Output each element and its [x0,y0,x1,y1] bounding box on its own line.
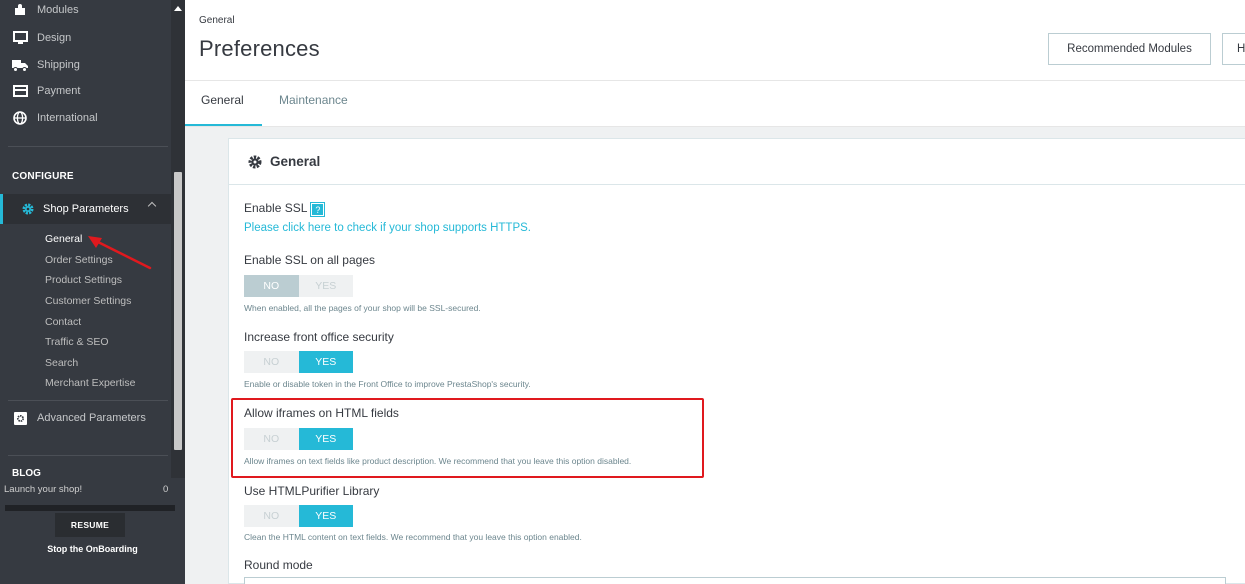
switch-option-yes[interactable]: YES [298,275,353,297]
field-hint: Clean the HTML content on text fields. W… [244,532,582,542]
sidebar-item-advanced-parameters[interactable]: Advanced Parameters [0,404,171,432]
sidebar-item-shop-parameters[interactable]: Shop Parameters [0,194,171,224]
sidebar-item-design[interactable]: Design [0,25,171,51]
sidebar-item-label: Design [37,32,72,44]
enable-ssl-label-text: Enable SSL [244,201,308,215]
credit-card-icon [12,83,28,99]
sidebar-item-shipping[interactable]: Shipping [0,52,171,78]
sidebar-divider [8,400,168,401]
onboarding-progress-bar [5,505,175,511]
monitor-icon [12,30,28,46]
field-label-ssl-all-pages: Enable SSL on all pages [244,253,375,267]
sidebar-item-label: International [37,112,98,124]
sidebar-section-configure: CONFIGURE [12,171,74,182]
switch-option-no[interactable]: NO [244,275,299,297]
sidebar-subitem-traffic-seo[interactable]: Traffic & SEO [45,336,109,348]
puzzle-icon [12,2,28,18]
sidebar-item-label: Payment [37,85,81,97]
field-label-htmlpurifier: Use HTMLPurifier Library [244,484,380,498]
sidebar-item-label: Advanced Parameters [37,412,146,424]
onboarding-percent: 0 [163,484,169,495]
cog-box-icon [12,410,28,426]
general-panel: General [228,138,1245,584]
round-mode-select[interactable] [244,577,1226,584]
resume-button[interactable]: RESUME [55,513,125,537]
enable-ssl-label: Enable SSL? [244,201,326,217]
scrollbar-thumb[interactable] [174,172,182,450]
sidebar-subitem-contact[interactable]: Contact [45,316,81,328]
sidebar-item-modules[interactable]: Modules [0,0,171,23]
panel-header: General [229,139,1245,185]
field-hint: When enabled, all the pages of your shop… [244,303,481,313]
page-title: Preferences [199,36,320,61]
sidebar-divider [8,146,168,147]
switch-option-yes[interactable]: YES [298,351,353,373]
truck-icon [12,57,28,73]
help-button[interactable]: H [1222,33,1245,65]
sidebar-divider [8,455,168,456]
sidebar: Modules Design Shipping Payment Internat… [0,0,185,584]
sidebar-subitem-search[interactable]: Search [45,357,78,369]
switch-option-no[interactable]: NO [244,505,299,527]
field-label-front-office-security: Increase front office security [244,330,394,344]
field-label-round-mode: Round mode [244,558,313,572]
highlight-box [231,398,704,478]
annotation-arrow-icon [88,236,152,270]
sidebar-subitem-merchant-expertise[interactable]: Merchant Expertise [45,377,135,389]
htmlpurifier-switch[interactable]: NO YES [244,505,353,527]
onboarding-launch-text: Launch your shop! [4,484,83,495]
ssl-all-pages-switch[interactable]: NO YES [244,275,353,297]
tab-maintenance[interactable]: Maintenance [279,93,348,107]
sidebar-item-international[interactable]: International [0,105,171,131]
prestashop-admin-window: Modules Design Shipping Payment Internat… [0,0,1245,584]
help-icon[interactable]: ? [310,202,326,217]
recommended-modules-button[interactable]: Recommended Modules [1048,33,1211,65]
check-https-link[interactable]: Please click here to check if your shop … [244,222,531,234]
breadcrumb[interactable]: General [199,15,235,26]
chevron-up-icon[interactable] [147,201,157,211]
tab-general[interactable]: General [201,93,244,107]
globe-icon [12,110,28,126]
field-hint: Enable or disable token in the Front Off… [244,379,531,389]
sidebar-item-label: Shipping [37,59,80,71]
gear-icon [21,202,35,216]
switch-option-yes[interactable]: YES [298,505,353,527]
sidebar-item-label: Modules [37,4,79,16]
sidebar-scrollbar[interactable] [171,0,185,500]
cogs-icon [247,154,263,170]
sidebar-subitem-customer-settings[interactable]: Customer Settings [45,295,131,307]
panel-title: General [270,154,321,169]
sidebar-item-label: Shop Parameters [43,203,129,215]
switch-option-no[interactable]: NO [244,351,299,373]
stop-onboarding-link[interactable]: Stop the OnBoarding [0,544,185,554]
scroll-up-arrow-icon[interactable] [174,6,182,11]
sidebar-subitem-product-settings[interactable]: Product Settings [45,274,122,286]
header-divider [185,80,1245,81]
front-office-security-switch[interactable]: NO YES [244,351,353,373]
sidebar-item-payment[interactable]: Payment [0,78,171,104]
sidebar-subitem-general[interactable]: General [45,233,82,245]
